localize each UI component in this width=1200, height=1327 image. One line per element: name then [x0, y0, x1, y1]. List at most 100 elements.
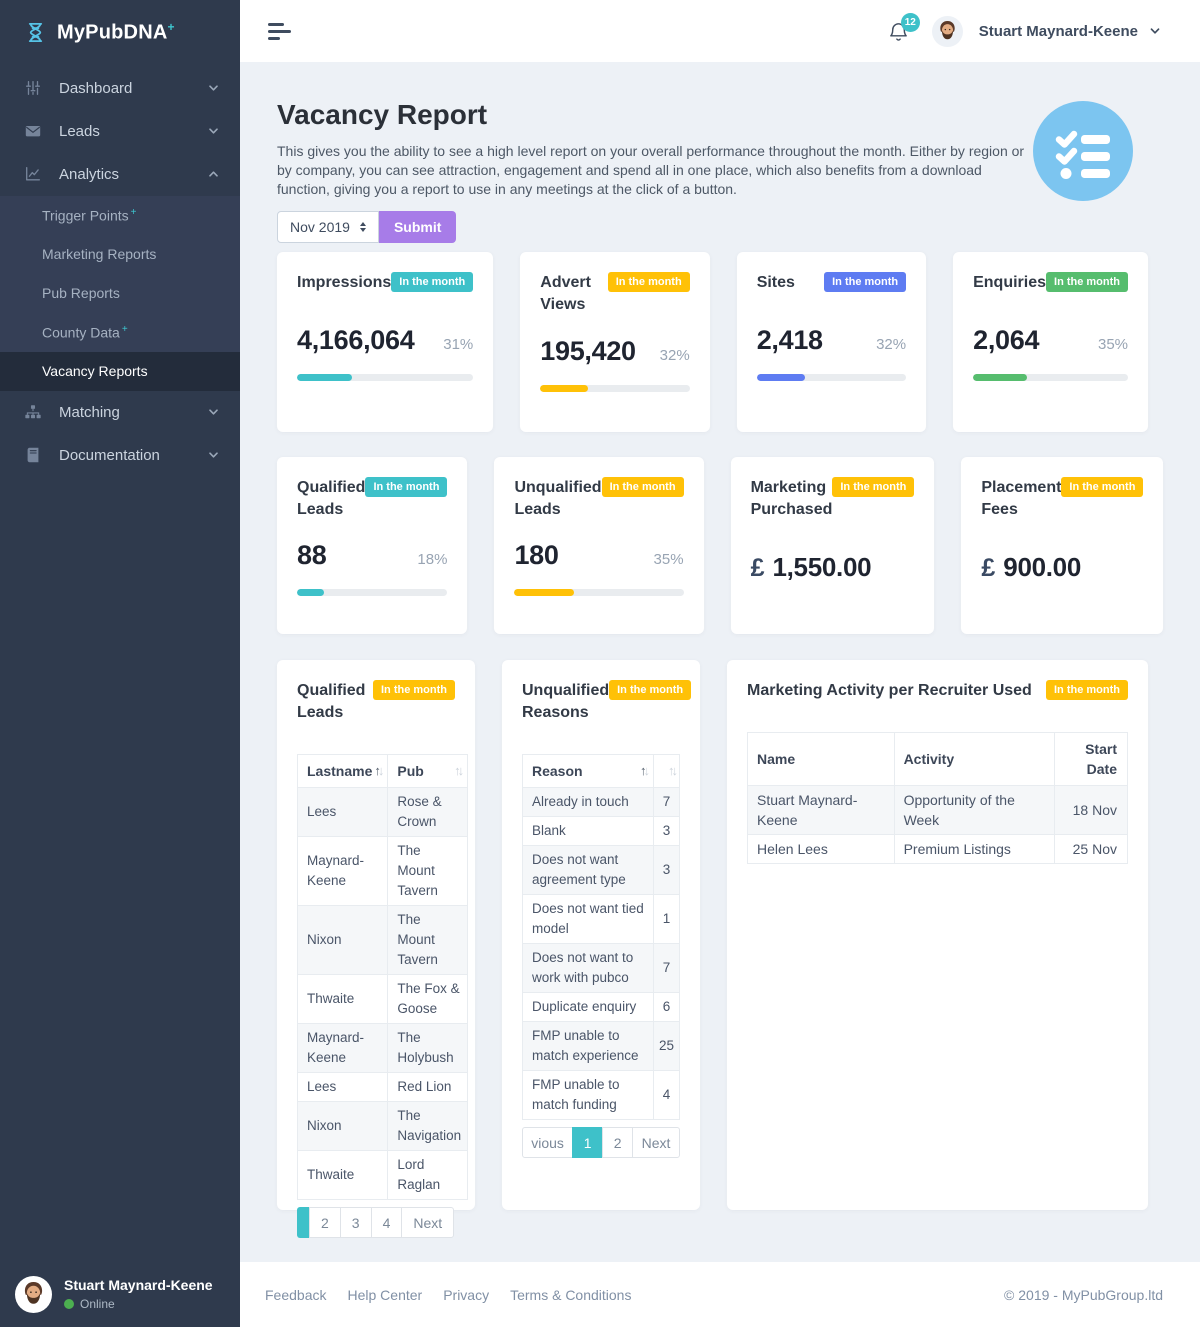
checklist-icon	[1033, 101, 1133, 201]
sort-icon: ↑↓	[454, 761, 461, 781]
page-item-next[interactable]: Next	[632, 1127, 680, 1158]
page-item-vious[interactable]: vious	[522, 1127, 573, 1158]
notification-count-badge: 12	[901, 13, 920, 32]
footer-link-help-center[interactable]: Help Center	[347, 1287, 422, 1303]
page-item-1[interactable]: 1	[572, 1127, 603, 1158]
table-cell: The Mount Tavern	[388, 906, 468, 975]
table-cell: The Fox & Goose	[388, 975, 468, 1024]
footer-link-terms-conditions[interactable]: Terms & Conditions	[510, 1287, 631, 1303]
table-header-row: Lastname↑↓Pub↑↓	[298, 755, 468, 788]
book-icon	[24, 445, 44, 465]
copyright: © 2019 - MyPubGroup.ltd	[1004, 1287, 1163, 1303]
qualified-leads-card: Qualified Leads In the month Lastname↑↓P…	[277, 660, 475, 1210]
table-cell: Blank	[523, 817, 654, 846]
data-table: Lastname↑↓Pub↑↓LeesRose & CrownMaynard-K…	[297, 754, 468, 1200]
data-table: NameActivityStart DateStuart Maynard-Kee…	[747, 732, 1128, 864]
table-cell: Nixon	[298, 1102, 388, 1151]
chevron-down-icon	[209, 409, 218, 415]
placement-fees-card: Placement FeesIn the month£900.00	[961, 457, 1163, 634]
brand-logo[interactable]: MyPubDNA+	[0, 0, 240, 59]
page-item-2[interactable]: 2	[602, 1127, 633, 1158]
advert-views-card: Advert ViewsIn the month195,42032%	[520, 252, 709, 432]
table-cell: Rose & Crown	[388, 788, 468, 837]
stat-value: 4,166,064	[297, 325, 414, 356]
page-item-3[interactable]: 3	[340, 1207, 372, 1238]
page-item-next[interactable]: Next	[401, 1207, 454, 1238]
period-badge: In the month	[1061, 477, 1143, 497]
marketing-purchased-card: Marketing PurchasedIn the month£1,550.00	[731, 457, 935, 634]
footer-link-privacy[interactable]: Privacy	[443, 1287, 489, 1303]
sidebar-item-dashboard[interactable]: Dashboard	[0, 67, 240, 110]
sitemap-icon	[24, 402, 44, 422]
sidebar-user-name: Stuart Maynard-Keene	[64, 1277, 213, 1293]
sliders-icon	[24, 78, 44, 98]
card-title: Advert Views	[540, 272, 607, 316]
stat-percent: 35%	[1098, 336, 1128, 353]
table-cell: Does not want to work with pubco	[523, 944, 654, 993]
sort-icon: ↑↓	[640, 761, 647, 781]
table-cell: The Mount Tavern	[388, 837, 468, 906]
dna-logo-icon	[24, 21, 47, 44]
table-row: NixonThe Navigation	[298, 1102, 468, 1151]
qualified-leads-card: Qualified LeadsIn the month8818%	[277, 457, 467, 634]
column-header-reason[interactable]: Reason↑↓	[523, 755, 654, 788]
table-cell: Already in touch	[523, 788, 654, 817]
table-cell: Lord Raglan	[388, 1151, 468, 1200]
footer-link-feedback[interactable]: Feedback	[265, 1287, 326, 1303]
page-title: Vacancy Report	[277, 100, 1148, 130]
stat-value: 180	[514, 540, 558, 571]
table-cell: Thwaite	[298, 1151, 388, 1200]
sidebar-item-pub-reports[interactable]: Pub Reports	[0, 274, 240, 313]
stat-value: 2,064	[973, 325, 1039, 356]
table-cell: FMP unable to match funding	[523, 1071, 654, 1120]
card-title: Unqualified Reasons	[522, 680, 609, 724]
page-item-4[interactable]: 4	[371, 1207, 403, 1238]
submit-button[interactable]: Submit	[379, 211, 456, 243]
hamburger-menu-icon[interactable]	[268, 23, 291, 40]
month-select[interactable]: Nov 2019	[277, 211, 379, 243]
stat-card-row: ImpressionsIn the month4,166,06431%Adver…	[277, 252, 1148, 432]
sidebar-item-trigger-points[interactable]: Trigger Points+	[0, 196, 240, 235]
column-header-name: Name	[748, 733, 895, 786]
enquiries-card: EnquiriesIn the month2,06435%	[953, 252, 1148, 432]
table-cell: Duplicate enquiry	[523, 993, 654, 1022]
unqualified-reasons-card: Unqualified Reasons In the month Reason↑…	[502, 660, 700, 1210]
avatar[interactable]	[932, 16, 963, 47]
sidebar-item-matching[interactable]: Matching	[0, 391, 240, 434]
table-cell: 6	[654, 993, 680, 1022]
table-cell: 18 Nov	[1055, 786, 1128, 835]
table-cell: FMP unable to match experience	[523, 1022, 654, 1071]
table-cell: 3	[654, 846, 680, 895]
card-title: Marketing Activity per Recruiter Used	[747, 680, 1032, 702]
table-cell: Premium Listings	[894, 835, 1055, 864]
sidebar-item-documentation[interactable]: Documentation	[0, 434, 240, 477]
data-table: Reason↑↓↑↓Already in touch7Blank3Does no…	[522, 754, 680, 1120]
chevron-down-icon	[209, 85, 218, 91]
column-header-item[interactable]: ↑↓	[654, 755, 680, 788]
stat-value: 88	[297, 540, 326, 571]
table-cell: Nixon	[298, 906, 388, 975]
column-header-lastname[interactable]: Lastname↑↓	[298, 755, 388, 788]
online-status-label: Online	[80, 1297, 115, 1311]
user-name: Stuart Maynard-Keene	[979, 23, 1138, 40]
sidebar-item-leads[interactable]: Leads	[0, 110, 240, 153]
sidebar-item-vacancy-reports[interactable]: Vacancy Reports	[0, 352, 240, 391]
page-item-2[interactable]: 2	[309, 1207, 341, 1238]
stat-percent: 32%	[660, 347, 690, 364]
table-row: FMP unable to match experience25	[523, 1022, 680, 1071]
sidebar-item-marketing-reports[interactable]: Marketing Reports	[0, 235, 240, 274]
sidebar-user[interactable]: Stuart Maynard-Keene Online	[0, 1261, 240, 1327]
top-bar: 12 Stuart Maynard-Keene	[240, 0, 1200, 62]
notifications-button[interactable]: 12	[887, 20, 910, 43]
sidebar-item-county-data[interactable]: County Data+	[0, 313, 240, 352]
period-badge: In the month	[391, 272, 473, 292]
analytics-submenu: Trigger Points+Marketing ReportsPub Repo…	[0, 196, 240, 391]
table-cell: Stuart Maynard-Keene	[748, 786, 895, 835]
table-row: Does not want to work with pubco7	[523, 944, 680, 993]
table-row: ThwaiteThe Fox & Goose	[298, 975, 468, 1024]
chevron-down-icon	[1150, 28, 1160, 34]
column-header-pub[interactable]: Pub↑↓	[388, 755, 468, 788]
sidebar-item-analytics[interactable]: Analytics	[0, 153, 240, 196]
user-menu[interactable]: Stuart Maynard-Keene	[979, 23, 1160, 40]
column-header-activity: Activity	[894, 733, 1055, 786]
